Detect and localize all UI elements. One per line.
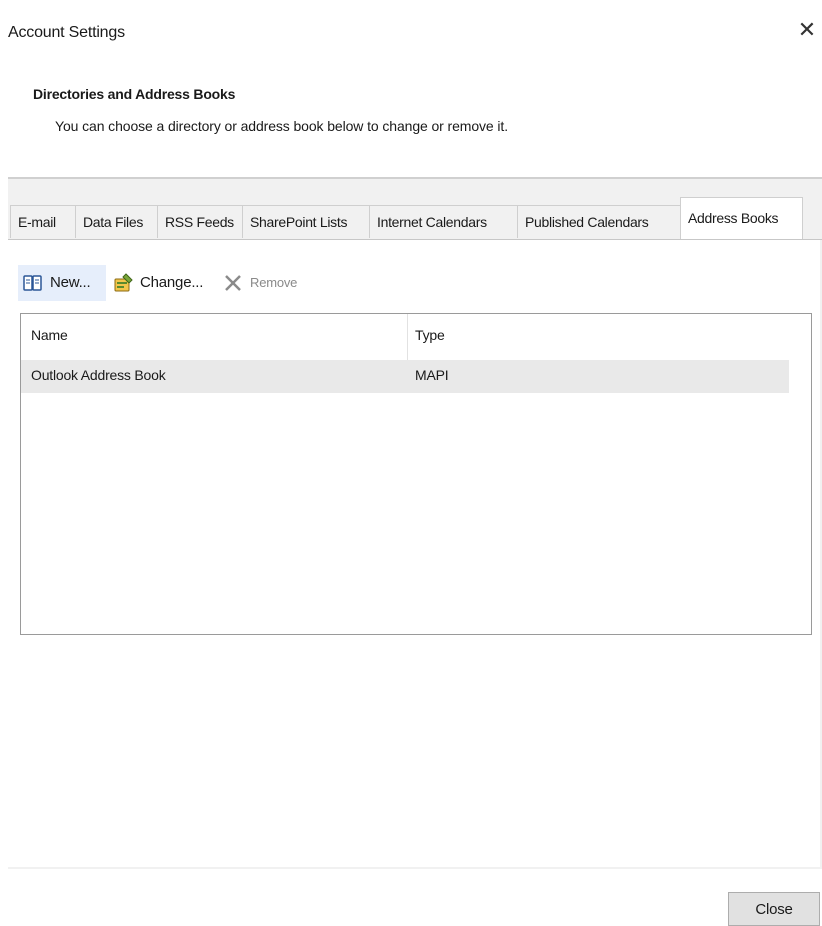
address-book-icon xyxy=(22,272,44,294)
close-button[interactable]: Close xyxy=(728,892,820,926)
remove-button-label: Remove xyxy=(250,275,298,290)
list-item[interactable]: Outlook Address Book MAPI xyxy=(21,360,789,393)
remove-button[interactable]: Remove xyxy=(218,265,310,301)
list-item-name: Outlook Address Book xyxy=(31,367,166,383)
tab-sharepoint-lists[interactable]: SharePoint Lists xyxy=(242,205,370,238)
new-button-label: New... xyxy=(50,274,91,291)
tab-data-files[interactable]: Data Files xyxy=(75,205,158,238)
new-button[interactable]: New... xyxy=(18,265,106,301)
column-header-name[interactable]: Name xyxy=(31,327,68,343)
change-button-label: Change... xyxy=(140,274,204,291)
remove-x-icon xyxy=(222,272,244,294)
section-description: You can choose a directory or address bo… xyxy=(55,118,508,134)
tab-email[interactable]: E-mail xyxy=(10,205,76,238)
tab-rss-feeds[interactable]: RSS Feeds xyxy=(157,205,243,238)
tab-internet-calendars[interactable]: Internet Calendars xyxy=(369,205,518,238)
window-title: Account Settings xyxy=(8,24,125,41)
account-settings-window: Account Settings ✕ Directories and Addre… xyxy=(0,0,822,926)
list-item-type: MAPI xyxy=(415,367,449,383)
change-address-book-icon xyxy=(112,272,134,294)
tab-published-calendars[interactable]: Published Calendars xyxy=(517,205,682,238)
change-button[interactable]: Change... xyxy=(108,265,214,301)
window-close-icon[interactable]: ✕ xyxy=(795,16,819,44)
address-book-toolbar: New... Change... Remove xyxy=(8,262,508,304)
section-title: Directories and Address Books xyxy=(33,86,236,102)
list-header: Name Type xyxy=(21,314,789,360)
column-header-type[interactable]: Type xyxy=(415,327,445,343)
address-book-list[interactable]: Name Type Outlook Address Book MAPI xyxy=(20,313,812,635)
tab-address-books[interactable]: Address Books xyxy=(680,197,803,239)
column-divider[interactable] xyxy=(407,314,408,360)
tab-strip: E-mail Data Files RSS Feeds SharePoint L… xyxy=(8,197,822,240)
